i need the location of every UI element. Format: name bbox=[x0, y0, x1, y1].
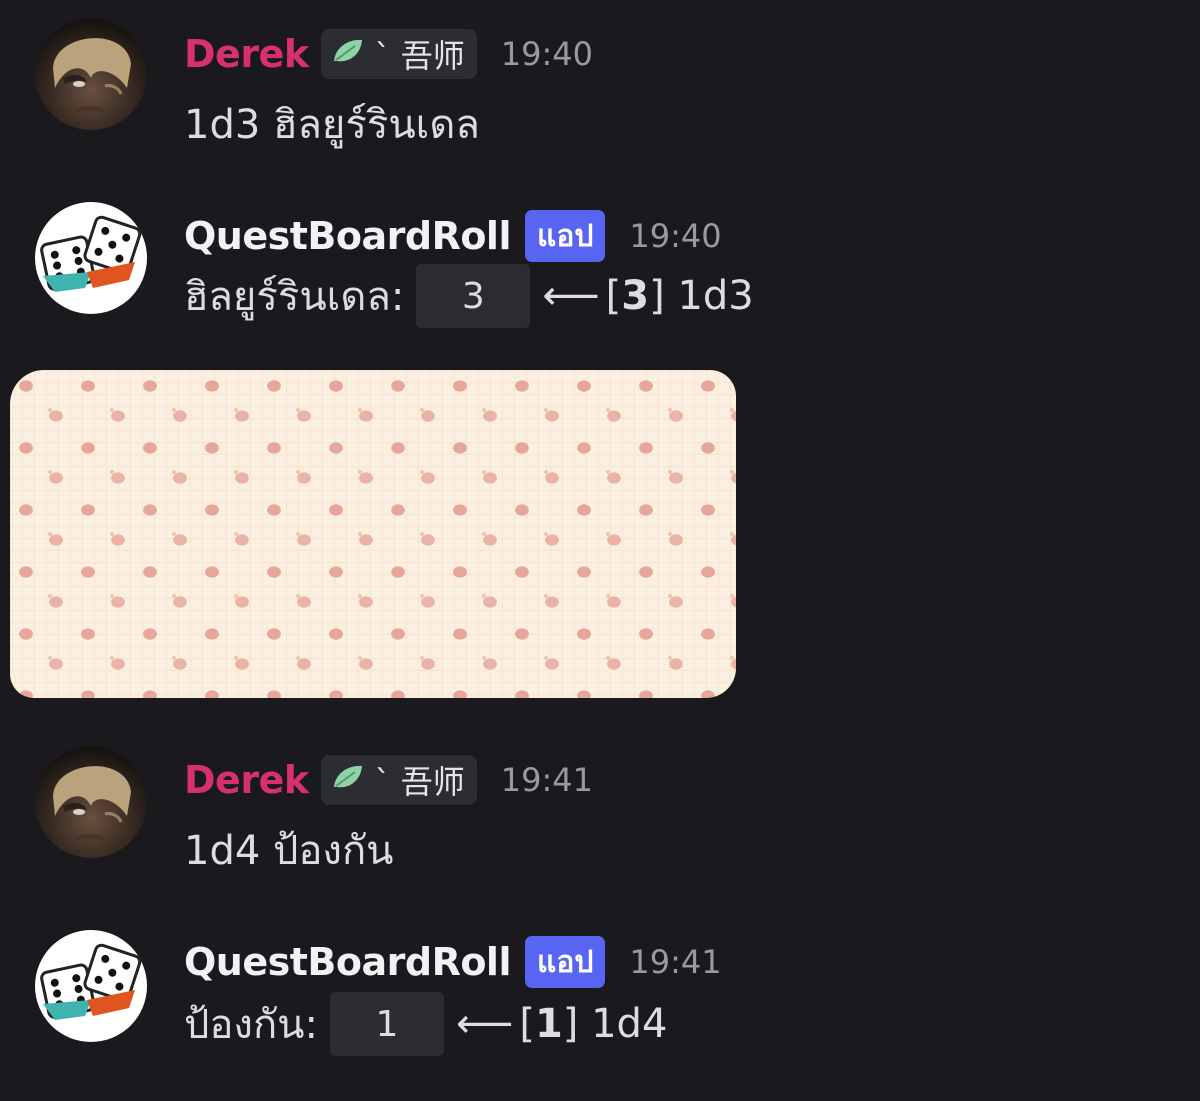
timestamp: 19:40 bbox=[629, 217, 722, 255]
app-badge: แอป bbox=[524, 210, 606, 262]
tag-text: ` 吾师 bbox=[374, 763, 465, 801]
dice-icon bbox=[40, 943, 142, 1020]
redaction-overlay bbox=[10, 370, 736, 698]
timestamp: 19:41 bbox=[629, 943, 722, 981]
roll-label: ฮิลยูร์รินเดล: bbox=[184, 274, 405, 320]
dice-notation: 1d3 bbox=[677, 273, 754, 319]
roll-result-line: ป้องกัน: 1 ⟵ [1] 1d4 bbox=[184, 992, 667, 1056]
message-body: 1d4 ป้องกัน bbox=[184, 828, 394, 874]
avatar-questboardroll[interactable] bbox=[35, 930, 147, 1042]
message-text: 1d3 ฮิลยูร์รินเดล bbox=[184, 92, 480, 156]
message-text: 1d4 ป้องกัน bbox=[184, 818, 394, 882]
message-header: QuestBoardRoll แอป 19:40 bbox=[184, 210, 722, 262]
roll-label: ป้องกัน: bbox=[184, 1002, 318, 1048]
username[interactable]: QuestBoardRoll bbox=[184, 940, 511, 984]
message-header: Derek ` 吾师 19:41 bbox=[184, 754, 593, 806]
left-arrow-icon: ⟵ bbox=[542, 273, 600, 319]
roll-breakdown: [1] 1d4 bbox=[519, 1001, 668, 1047]
avatar-questboardroll[interactable] bbox=[35, 202, 147, 314]
message-body: 1d3 ฮิลยูร์รินเดล bbox=[184, 102, 480, 148]
roll-value: 1 bbox=[534, 1001, 563, 1047]
timestamp: 19:40 bbox=[500, 35, 594, 73]
user-tag[interactable]: ` 吾师 bbox=[320, 29, 477, 79]
roll-result-line: ฮิลยูร์รินเดล: 3 ⟵ [3] 1d3 bbox=[184, 264, 754, 328]
message-header: Derek ` 吾师 19:40 bbox=[184, 28, 593, 80]
dice-notation: 1d4 bbox=[591, 1001, 668, 1047]
username[interactable]: Derek bbox=[184, 32, 309, 76]
message-header: QuestBoardRoll แอป 19:41 bbox=[184, 936, 722, 988]
username[interactable]: Derek bbox=[184, 758, 309, 802]
app-badge: แอป bbox=[524, 936, 606, 988]
avatar-derek[interactable] bbox=[35, 18, 147, 130]
avatar-derek[interactable] bbox=[35, 746, 147, 858]
roll-result-box: 3 bbox=[416, 264, 531, 328]
username[interactable]: QuestBoardRoll bbox=[184, 214, 511, 258]
roll-breakdown: [3] 1d3 bbox=[605, 273, 754, 319]
dice-icon bbox=[40, 215, 142, 292]
leaf-icon bbox=[331, 761, 365, 799]
user-tag[interactable]: ` 吾师 bbox=[320, 755, 477, 805]
left-arrow-icon: ⟵ bbox=[455, 1001, 514, 1047]
roll-value: 3 bbox=[621, 273, 650, 319]
roll-result-box: 1 bbox=[329, 992, 444, 1056]
leaf-icon bbox=[331, 35, 365, 73]
tag-text: ` 吾师 bbox=[374, 37, 465, 75]
timestamp: 19:41 bbox=[500, 761, 594, 799]
